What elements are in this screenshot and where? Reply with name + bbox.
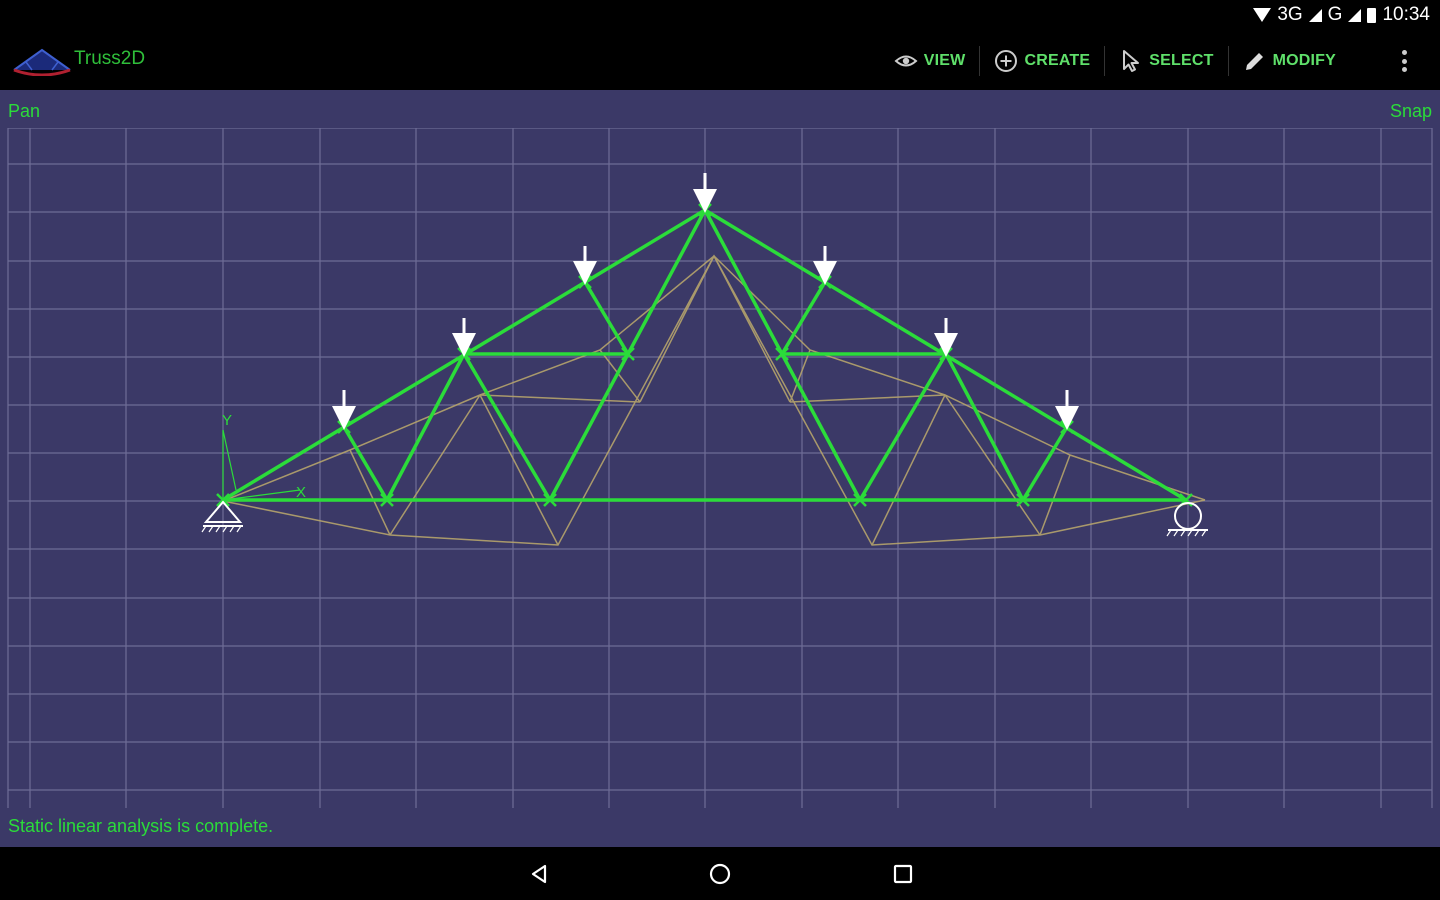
- action-divider: [1104, 46, 1106, 76]
- pencil-icon: [1245, 53, 1263, 70]
- home-icon: [709, 863, 731, 885]
- axis-y-label: Y: [222, 412, 232, 429]
- tool-bar: Pan Snap: [0, 90, 1440, 128]
- modify-button[interactable]: MODIFY: [1235, 45, 1344, 77]
- select-label: SELECT: [1149, 52, 1214, 69]
- back-icon: [531, 864, 547, 884]
- recents-button[interactable]: [888, 859, 918, 889]
- status-bar: 3G G 10:34: [0, 0, 1440, 32]
- app-title: Truss2D: [74, 48, 146, 69]
- home-button[interactable]: [705, 859, 735, 889]
- create-button[interactable]: CREATE: [986, 45, 1098, 77]
- axis-triad: [222, 429, 301, 501]
- truss-canvas[interactable]: Y X: [0, 128, 1440, 810]
- status-icons: 3G G 10:34: [1253, 4, 1430, 26]
- axis-x-label: X: [296, 484, 306, 501]
- signal-icon-2: [1348, 8, 1362, 22]
- pan-mode-toggle[interactable]: Pan: [8, 101, 40, 122]
- app-logo-icon: [13, 48, 71, 76]
- view-label: VIEW: [923, 52, 966, 69]
- back-button[interactable]: [524, 859, 554, 889]
- snap-toggle[interactable]: Snap: [1390, 101, 1432, 122]
- truss-drawing[interactable]: Y X: [0, 128, 1440, 810]
- clock: 10:34: [1382, 4, 1430, 25]
- modify-label: MODIFY: [1272, 52, 1336, 69]
- overflow-menu-icon[interactable]: [1394, 46, 1414, 76]
- action-divider: [979, 46, 981, 76]
- select-button[interactable]: SELECT: [1111, 45, 1221, 77]
- cursor-icon: [1123, 50, 1140, 72]
- network-type: 3G: [1277, 4, 1303, 25]
- grid: [7, 128, 1433, 808]
- create-label: CREATE: [1024, 52, 1091, 69]
- navigation-bar: [0, 847, 1440, 900]
- eye-icon: [894, 55, 918, 67]
- message-bar: Static linear analysis is complete.: [0, 810, 1440, 847]
- battery-icon: [1367, 7, 1377, 23]
- view-button[interactable]: VIEW: [886, 45, 974, 77]
- recents-icon: [893, 864, 913, 884]
- action-bar: Truss2D VIEW CREATE SELECT MODIFY: [0, 32, 1440, 90]
- add-circle-icon: [995, 50, 1018, 72]
- action-buttons: VIEW CREATE SELECT MODIFY: [886, 45, 1344, 77]
- action-divider: [1227, 46, 1229, 76]
- network-type-2: G: [1327, 4, 1343, 25]
- signal-icon: [1308, 8, 1322, 22]
- wifi-icon: [1253, 8, 1272, 22]
- status-message: Static linear analysis is complete.: [8, 816, 274, 836]
